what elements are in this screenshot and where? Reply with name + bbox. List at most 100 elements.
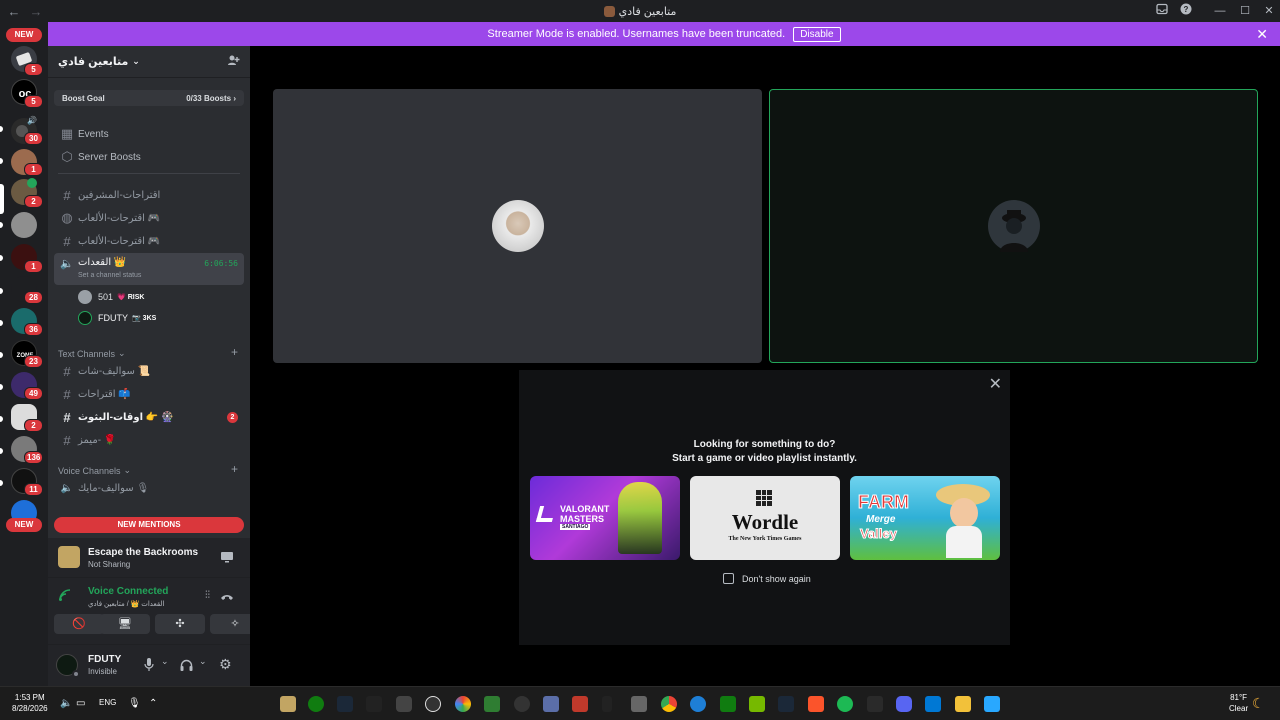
new-mentions-button[interactable]: NEW MENTIONS [54, 517, 244, 533]
discord-icon[interactable] [896, 696, 912, 712]
card-subtitle-2: Valley [860, 526, 898, 542]
weather-widget[interactable]: 81°F Clear [1229, 693, 1248, 713]
server-icon [603, 5, 615, 17]
xbox-icon[interactable] [308, 696, 324, 712]
close-window-icon[interactable]: ✕ [1261, 3, 1277, 19]
server-boosts-item[interactable]: ⬡ Server Boosts [54, 146, 244, 168]
unread-badge: 2 [24, 195, 43, 208]
server-rail: NEW 5 oc 5 🔊 30 1 2 1 28 36 ZONE 23 49 2… [0, 22, 48, 686]
chevron-down-icon[interactable]: ⌄ [199, 656, 207, 667]
xbox-app-icon[interactable] [720, 696, 736, 712]
maximize-icon[interactable]: ☐ [1237, 3, 1253, 19]
chrome-icon[interactable] [661, 696, 677, 712]
chevron-up-icon[interactable]: ⌃ [149, 698, 157, 709]
spotify-icon[interactable] [837, 696, 853, 712]
disconnect-icon[interactable] [220, 589, 234, 607]
store-icon[interactable] [925, 696, 941, 712]
volume-icon[interactable]: 🔈 [60, 698, 72, 709]
events-item[interactable]: ▦ Events [54, 123, 244, 145]
app-icon[interactable] [366, 696, 382, 712]
guild-header[interactable]: متابعين فادي ⌄ [48, 46, 250, 78]
language-indicator[interactable]: ENG [99, 698, 116, 707]
new-badge[interactable]: NEW [6, 518, 42, 532]
dont-show-again-checkbox[interactable]: Don't show again [723, 573, 811, 584]
settings-gear-icon[interactable]: ⚙ [219, 656, 232, 673]
headphones-icon[interactable] [180, 658, 193, 676]
app-icon[interactable] [455, 696, 471, 712]
voice-channel-item[interactable]: 🔈 سواليف-مايك 🎙 [54, 477, 244, 499]
new-badge[interactable]: NEW [6, 28, 42, 42]
minimize-icon[interactable]: — [1212, 3, 1228, 19]
activity-subtitle: Not Sharing [88, 560, 131, 569]
winrar-icon[interactable] [572, 696, 588, 712]
category-voice-channels[interactable]: Voice Channels ⌄ [58, 465, 131, 476]
close-icon[interactable]: ✕ [989, 374, 1002, 394]
category-text-channels[interactable]: Text Channels ⌄ [58, 348, 126, 359]
activity-card-wordle[interactable]: Wordle The New York Times Games [690, 476, 840, 560]
help-icon[interactable]: ? [1178, 3, 1194, 19]
channel-item[interactable]: # اقتراحات 📫 [54, 383, 244, 405]
epic-games-icon[interactable] [867, 696, 883, 712]
participant-tile[interactable] [273, 89, 762, 363]
channel-item[interactable]: ◍ اقترحات-الألعاب 🎮 [54, 207, 244, 229]
channel-item[interactable]: # اقترحات-الألعاب 🎮 [54, 230, 244, 252]
card-subtitle: MASTERS [560, 514, 605, 524]
app-icon[interactable] [602, 696, 612, 712]
noise-suppression-icon[interactable]: ⫶⫶ [205, 590, 210, 601]
activities-subheading: Start a game or video playlist instantly… [672, 453, 857, 464]
voice-status[interactable]: Voice Connected [88, 586, 168, 597]
network-icon[interactable]: ▭ [76, 698, 85, 709]
chevron-down-icon: ⌄ [132, 56, 140, 66]
chevron-down-icon[interactable]: ⌄ [161, 656, 169, 667]
channel-item-unread[interactable]: # اوقات-البثوث 👉 🎡 2 [54, 406, 244, 428]
forward-arrow-icon[interactable]: → [28, 4, 44, 19]
boost-goal-bar[interactable]: Boost Goal 0/33 Boosts › [54, 90, 244, 106]
active-voice-channel[interactable]: 🔈 القعدات 👑 6:06:56 Set a channel status [54, 253, 244, 285]
close-icon[interactable]: ✕ [1256, 26, 1268, 43]
voice-user[interactable]: FDUTY 📷 3KS [78, 309, 156, 327]
microphone-icon[interactable]: 🎙 [128, 698, 141, 709]
add-channel-icon[interactable]: + [231, 345, 238, 359]
channel-item[interactable]: # اقتراحات-المشرفين [54, 184, 244, 206]
channel-item[interactable]: # ميمز- 🌹 [54, 429, 244, 451]
channel-status[interactable]: Set a channel status [78, 272, 141, 279]
voice-user[interactable]: 501 💗 RISK [78, 288, 144, 306]
checkbox[interactable] [723, 573, 734, 584]
share-screen-icon[interactable] [220, 550, 234, 568]
disable-button[interactable]: Disable [793, 26, 841, 42]
username[interactable]: FDUTY [88, 654, 121, 665]
activity-card-valorant[interactable]: VALORANT MASTERS SANTIAGO [530, 476, 680, 560]
hash-icon: # [63, 363, 71, 379]
steam-icon[interactable] [337, 696, 353, 712]
activity-card-farm-merge-valley[interactable]: FARM Merge Valley [850, 476, 1000, 560]
app-icon[interactable] [690, 696, 706, 712]
backrooms-app-icon[interactable] [280, 696, 296, 712]
microphone-icon[interactable] [144, 658, 154, 676]
participant-tile-speaking[interactable] [769, 89, 1258, 363]
steam-icon[interactable] [778, 696, 794, 712]
nvidia-icon[interactable] [749, 696, 765, 712]
speaker-icon: 🔊 [27, 116, 37, 125]
file-explorer-icon[interactable] [955, 696, 971, 712]
back-arrow-icon[interactable]: ← [6, 4, 22, 19]
app-icon[interactable] [484, 696, 500, 712]
activities-button[interactable]: ✣ [155, 614, 205, 634]
screen-share-button[interactable]: 🖥 [100, 614, 150, 634]
brave-icon[interactable] [808, 696, 824, 712]
channel-item[interactable]: # سواليف-شات 📜 [54, 360, 244, 382]
unread-badge: 1 [24, 163, 43, 176]
inbox-icon[interactable] [1154, 3, 1170, 19]
app-icon[interactable] [396, 696, 412, 712]
app-icon[interactable] [514, 696, 530, 712]
server-icon[interactable] [11, 212, 37, 238]
media-player-icon[interactable] [425, 696, 441, 712]
app-icon[interactable] [631, 696, 647, 712]
user-status: Invisible [88, 667, 117, 676]
settings-icon[interactable] [543, 696, 559, 712]
clock[interactable]: 1:53 PM 8/28/2026 [12, 693, 48, 713]
voice-path[interactable]: القعدات 👑 / متابعين فادي [88, 600, 164, 608]
add-member-icon[interactable] [227, 54, 240, 70]
camera-off-button[interactable]: 🚫 [54, 614, 104, 634]
windows-start-icon[interactable] [984, 696, 1000, 712]
add-channel-icon[interactable]: + [231, 462, 238, 476]
